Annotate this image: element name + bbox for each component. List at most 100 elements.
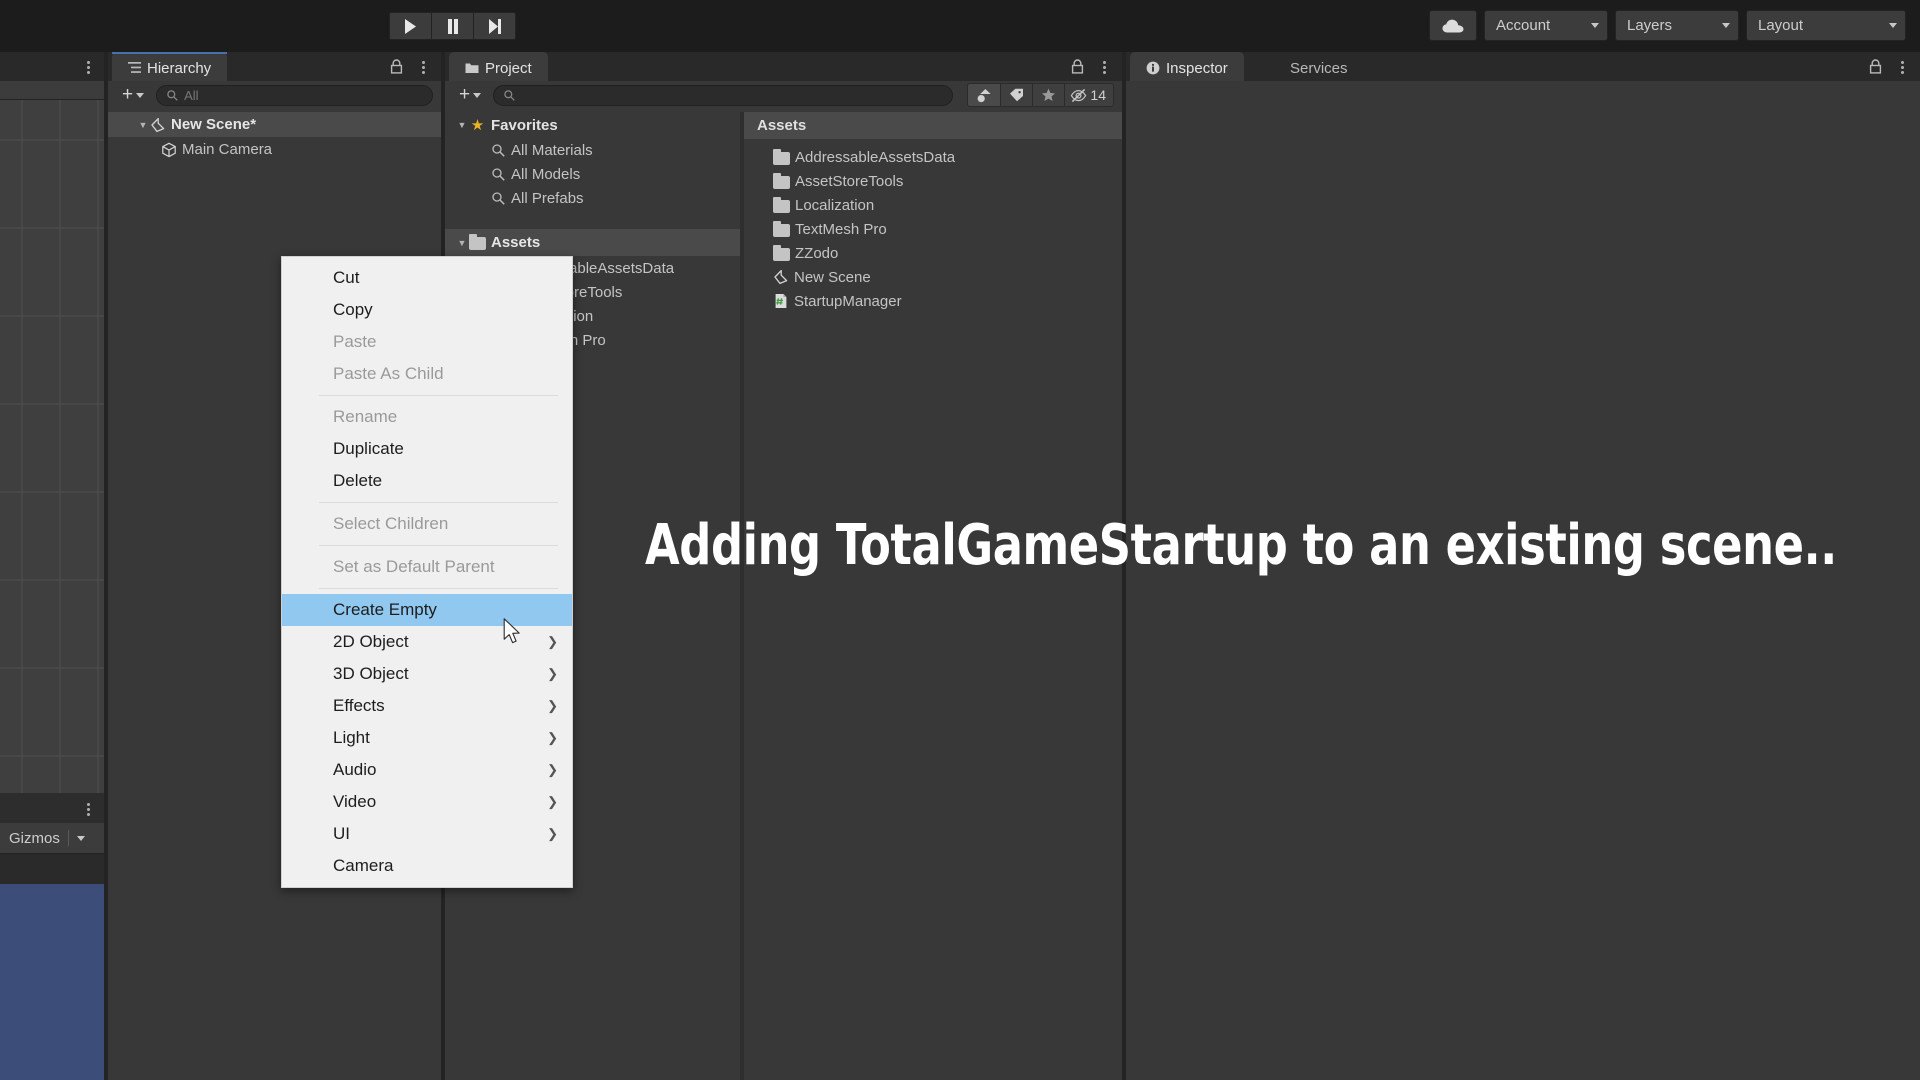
play-button[interactable]: [389, 12, 432, 40]
hierarchy-search-input[interactable]: All: [156, 84, 433, 106]
star-icon: ★: [470, 116, 485, 134]
menu-item-audio[interactable]: Audio ❯: [282, 754, 572, 786]
project-breadcrumb[interactable]: Assets: [744, 112, 1122, 139]
hierarchy-tabstrip: Hierarchy: [108, 52, 441, 84]
project-tree-item-favorites[interactable]: ▼ ★ Favorites: [445, 112, 740, 138]
layers-dropdown[interactable]: Layers: [1615, 10, 1739, 41]
lock-icon[interactable]: [1869, 59, 1882, 74]
cloud-icon[interactable]: [1429, 10, 1477, 41]
menu-item-select-children: Select Children: [282, 508, 572, 540]
asset-item-label: Localization: [795, 196, 875, 214]
filter-by-favorite-icon[interactable]: [1033, 83, 1066, 107]
chevron-down-icon[interactable]: ▼: [455, 120, 469, 130]
inspector-panel: [1126, 81, 1920, 1080]
project-filter-group: 14: [967, 83, 1114, 107]
tab-services[interactable]: Services: [1274, 52, 1364, 84]
gizmos-dropdown[interactable]: Gizmos: [0, 823, 104, 854]
playback-controls: [389, 12, 516, 40]
asset-item-addressableassetsdata[interactable]: AddressableAssetsData: [744, 145, 1122, 169]
menu-item-label: Duplicate: [333, 439, 404, 458]
tab-inspector-label: Inspector: [1166, 59, 1228, 77]
pause-button[interactable]: [431, 12, 474, 40]
scene-panel-menu-icon[interactable]: [87, 61, 90, 74]
overlay-title: Adding TotalGameStartup to an existing s…: [645, 513, 1837, 578]
chevron-down-icon[interactable]: ▼: [136, 120, 150, 130]
menu-item-cut[interactable]: Cut: [282, 262, 572, 294]
menu-item-delete[interactable]: Delete: [282, 465, 572, 497]
filter-by-label-icon[interactable]: [1001, 83, 1034, 107]
hidden-count-label: 14: [1090, 87, 1106, 103]
divider: [67, 830, 69, 846]
menu-item-ui[interactable]: UI ❯: [282, 818, 572, 850]
project-panel-menu-icon[interactable]: [1103, 61, 1106, 74]
hierarchy-create-button[interactable]: +: [116, 84, 150, 106]
menu-item-label: Paste: [333, 332, 377, 351]
asset-item-startupmanager[interactable]: StartupManager: [744, 289, 1122, 313]
menu-item-camera[interactable]: Camera: [282, 850, 572, 882]
inspector-panel-menu-icon[interactable]: [1901, 61, 1904, 74]
chevron-right-icon: ❯: [547, 634, 558, 649]
asset-item-new-scene[interactable]: New Scene: [744, 265, 1122, 289]
menu-item-label: Rename: [333, 407, 398, 426]
project-tree-label: All Materials: [511, 141, 593, 159]
project-tree-item-all-prefabs[interactable]: All Prefabs: [445, 186, 740, 210]
game-viewport[interactable]: [0, 884, 104, 1080]
hierarchy-icon: [128, 62, 141, 73]
lock-icon[interactable]: [390, 59, 403, 74]
hierarchy-item-new-scene[interactable]: ▼ New Scene*: [108, 112, 441, 137]
hierarchy-context-menu[interactable]: Cut Copy Paste Paste As Child Rename Dup…: [281, 256, 573, 888]
project-tree-item-all-models[interactable]: All Models: [445, 162, 740, 186]
search-icon: [167, 89, 178, 101]
menu-item-video[interactable]: Video ❯: [282, 786, 572, 818]
menu-item-rename: Rename: [282, 401, 572, 433]
tab-hierarchy[interactable]: Hierarchy: [112, 52, 228, 84]
folder-icon: [469, 234, 486, 250]
menu-item-label: Paste As Child: [333, 364, 444, 383]
tab-project[interactable]: Project: [449, 52, 548, 84]
scene-viewport[interactable]: [0, 100, 104, 802]
menu-item-copy[interactable]: Copy: [282, 294, 572, 326]
chevron-right-icon: ❯: [547, 730, 558, 745]
project-tree-item-assets[interactable]: ▼ Assets: [445, 229, 740, 256]
menu-item-2d-object[interactable]: 2D Object ❯: [282, 626, 572, 658]
asset-item-zzodo[interactable]: ZZodo: [744, 241, 1122, 265]
hierarchy-panel-menu-icon[interactable]: [422, 61, 425, 74]
tab-hierarchy-label: Hierarchy: [147, 59, 212, 77]
project-search-input[interactable]: [493, 84, 954, 106]
chevron-down-icon[interactable]: ▼: [455, 238, 469, 248]
project-tree-item-all-materials[interactable]: All Materials: [445, 138, 740, 162]
menu-item-effects[interactable]: Effects ❯: [282, 690, 572, 722]
step-button[interactable]: [473, 12, 516, 40]
menu-item-label: Video: [333, 792, 377, 811]
unity-scene-icon: [774, 269, 788, 285]
asset-item-textmesh-pro[interactable]: TextMesh Pro: [744, 217, 1122, 241]
game-panel-menu-icon[interactable]: [87, 803, 90, 816]
menu-separator: [319, 545, 558, 546]
project-create-button[interactable]: +: [453, 84, 487, 106]
asset-item-localization[interactable]: Localization: [744, 193, 1122, 217]
unity-editor-window: Account Layers Layout Gizmos Hierarchy +…: [0, 0, 1920, 1080]
project-tree-label: Favorites: [491, 116, 558, 134]
hierarchy-item-label: New Scene*: [171, 116, 257, 133]
menu-item-3d-object[interactable]: 3D Object ❯: [282, 658, 572, 690]
menu-item-create-empty[interactable]: Create Empty: [282, 594, 572, 626]
hidden-packages-toggle[interactable]: 14: [1065, 83, 1114, 107]
menu-item-light[interactable]: Light ❯: [282, 722, 572, 754]
tab-inspector[interactable]: Inspector: [1130, 52, 1244, 84]
account-dropdown[interactable]: Account: [1484, 10, 1608, 41]
project-tree-label: All Models: [511, 165, 581, 183]
asset-item-assetstoretools[interactable]: AssetStoreTools: [744, 169, 1122, 193]
chevron-right-icon: ❯: [547, 794, 558, 809]
menu-item-duplicate[interactable]: Duplicate: [282, 433, 572, 465]
chevron-right-icon: ❯: [547, 698, 558, 713]
hierarchy-item-main-camera[interactable]: Main Camera: [108, 137, 441, 162]
filter-by-type-icon[interactable]: [967, 83, 1002, 107]
lock-icon[interactable]: [1071, 59, 1084, 74]
project-tree-label: Assets: [491, 234, 541, 251]
game-tabstrip: [0, 793, 104, 823]
project-asset-list: AddressableAssetsData AssetStoreTools Lo…: [744, 139, 1122, 313]
chevron-right-icon: ❯: [547, 762, 558, 777]
gameobject-icon: [162, 142, 176, 157]
plus-icon: +: [122, 84, 134, 105]
layout-dropdown[interactable]: Layout: [1746, 10, 1906, 41]
